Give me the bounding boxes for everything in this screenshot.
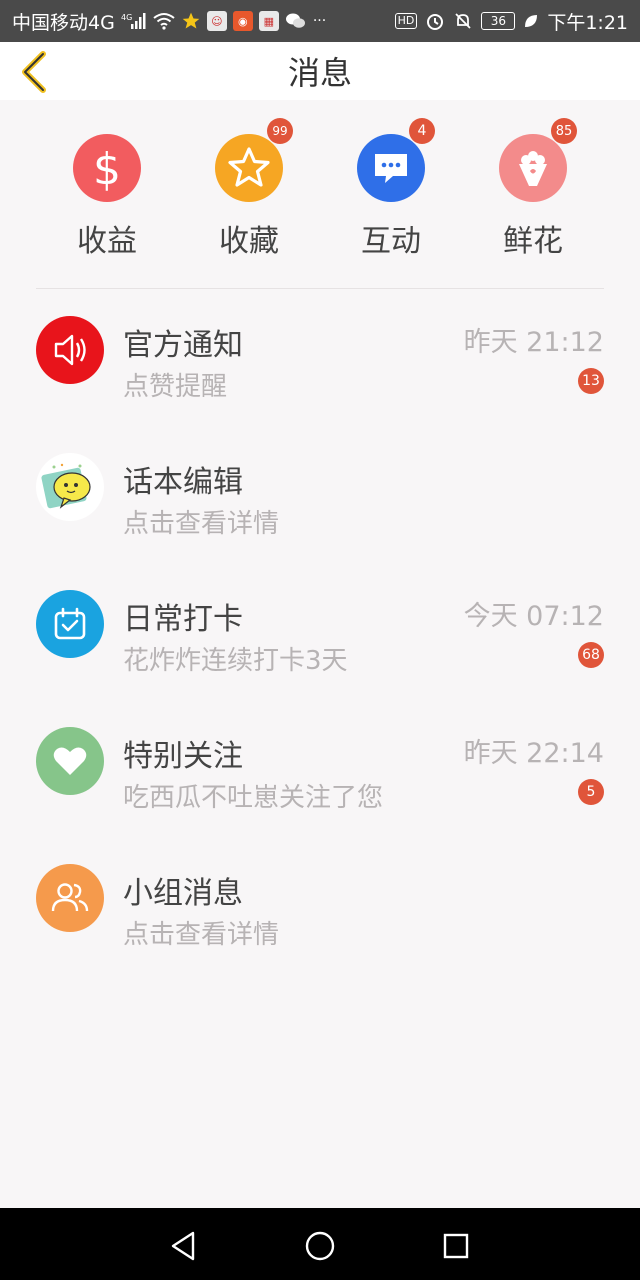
shortcut-badge: 4	[409, 118, 435, 144]
message-list: 官方通知 点赞提醒 昨天 21:12 13 话本编辑 点击查看详情 日常打卡 花…	[0, 290, 640, 975]
list-item-editor[interactable]: 话本编辑 点击查看详情	[0, 427, 640, 564]
app-notification-icon: ☺	[206, 11, 227, 31]
net-small-label: 4G	[121, 13, 132, 22]
shortcut-badge: 85	[551, 118, 577, 144]
shortcut-interaction[interactable]: 4 互动	[331, 118, 451, 260]
more-icon: ···	[312, 13, 327, 29]
list-item-special-follow[interactable]: 特别关注 吃西瓜不吐崽关注了您 昨天 22:14 5	[0, 701, 640, 838]
shortcut-earnings[interactable]: $ 收益	[47, 118, 167, 260]
flower-bouquet-icon: 85	[499, 118, 577, 202]
alarm-icon	[425, 11, 445, 31]
star-icon: 99	[215, 118, 293, 202]
shortcut-favorites[interactable]: 99 收藏	[189, 118, 309, 260]
leaf-icon	[523, 13, 539, 29]
heart-icon	[36, 727, 104, 795]
unread-count-badge: 13	[578, 368, 604, 394]
shortcut-badge: 99	[267, 118, 293, 144]
mute-bell-icon	[453, 11, 473, 31]
message-subtitle: 吃西瓜不吐崽关注了您	[123, 783, 384, 813]
list-item-group-messages[interactable]: 小组消息 点击查看详情	[0, 838, 640, 975]
recent-square-icon[interactable]	[436, 1226, 476, 1266]
message-title: 特别关注	[123, 739, 243, 774]
shortcut-label: 收藏	[219, 224, 279, 259]
message-subtitle: 点击查看详情	[123, 509, 280, 539]
system-nav-bar	[0, 1208, 640, 1280]
calendar-check-icon	[36, 590, 104, 658]
dollar-icon: $	[73, 134, 141, 202]
list-item-official-notice[interactable]: 官方通知 点赞提醒 昨天 21:12 13	[0, 290, 640, 427]
home-circle-icon[interactable]	[300, 1226, 340, 1266]
editor-avatar-icon	[36, 453, 104, 521]
signal-icon: 4G	[121, 11, 147, 31]
chat-bubble-icon: 4	[357, 118, 435, 202]
unread-count-badge: 5	[578, 779, 604, 805]
wifi-icon	[153, 12, 175, 30]
shortcut-label: 互动	[361, 224, 421, 259]
shortcut-row: $ 收益 99 收藏 4 互动 85 鲜花	[0, 118, 640, 260]
divider	[36, 288, 604, 289]
message-title: 话本编辑	[123, 465, 243, 500]
battery-icon: 36	[481, 12, 516, 30]
message-time: 昨天 22:14	[463, 738, 604, 769]
message-time: 昨天 21:12	[463, 327, 604, 358]
wechat-icon	[285, 12, 307, 30]
hd-icon: HD	[394, 13, 418, 29]
message-title: 官方通知	[123, 328, 243, 363]
shortcut-label: 收益	[77, 224, 137, 259]
chevron-left-icon	[22, 51, 46, 93]
shortcut-flowers[interactable]: 85 鲜花	[473, 118, 593, 260]
message-subtitle: 花炸炸连续打卡3天	[123, 646, 348, 676]
list-item-daily-checkin[interactable]: 日常打卡 花炸炸连续打卡3天 今天 07:12 68	[0, 564, 640, 701]
message-subtitle: 点击查看详情	[123, 920, 280, 950]
group-users-icon	[36, 864, 104, 932]
clock-label: 下午1:21	[547, 11, 628, 34]
speaker-icon	[36, 316, 104, 384]
back-button[interactable]	[14, 50, 54, 94]
message-title: 日常打卡	[123, 602, 243, 637]
unread-count-badge: 68	[578, 642, 604, 668]
app-notification-icon: ▦	[258, 11, 279, 31]
header: 消息	[0, 42, 640, 100]
message-subtitle: 点赞提醒	[123, 372, 228, 402]
status-bar: 中国移动4G 4G ☺ ◉ ▦ ··· HD 36 下午1:21	[0, 0, 640, 42]
star-notification-icon	[181, 11, 201, 31]
message-time: 今天 07:12	[463, 601, 604, 632]
page-title: 消息	[287, 54, 352, 92]
app-notification-icon: ◉	[232, 11, 253, 31]
shortcut-label: 鲜花	[503, 224, 563, 259]
message-title: 小组消息	[123, 876, 243, 911]
carrier-label: 中国移动4G	[12, 11, 115, 34]
svg-text:$: $	[93, 144, 121, 192]
back-triangle-icon[interactable]	[164, 1226, 204, 1266]
